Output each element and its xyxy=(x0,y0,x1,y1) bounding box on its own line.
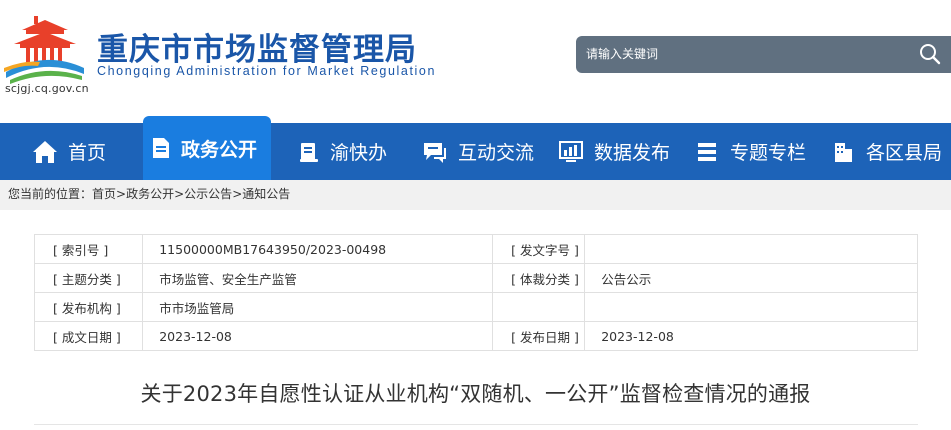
meta-label-empty xyxy=(492,292,586,322)
site-subtitle: Chongqing Administration for Market Regu… xyxy=(97,64,437,78)
chat-icon xyxy=(424,142,446,163)
breadcrumb-separator: > xyxy=(232,187,243,201)
nav-item-label: 专题专栏 xyxy=(730,142,807,164)
search-input[interactable] xyxy=(586,44,886,64)
nav-item-label: 政务公开 xyxy=(181,138,258,161)
nav-item-gov-affairs[interactable]: 政务公开 xyxy=(143,116,271,180)
table-row: [ 索引号 ] 11500000MB17643950/2023-00498 [ … xyxy=(33,234,918,264)
document-meta-table: [ 索引号 ] 11500000MB17643950/2023-00498 [ … xyxy=(33,234,918,351)
search-icon[interactable] xyxy=(918,42,942,66)
emblem-logo-icon[interactable] xyxy=(4,16,86,84)
home-icon xyxy=(33,140,57,163)
nav-item-special-topics[interactable]: 专题专栏 xyxy=(694,123,806,180)
breadcrumb-prefix: 您当前的位置： xyxy=(8,187,93,201)
nav-item-label: 互动交流 xyxy=(458,142,535,164)
breadcrumb-item-notices[interactable]: 通知公告 xyxy=(242,187,290,201)
chart-monitor-icon xyxy=(559,140,583,162)
meta-label-topic: [ 主题分类 ] xyxy=(33,263,144,293)
meta-value-genre: 公告公示 xyxy=(584,263,918,293)
breadcrumb-separator: > xyxy=(116,187,127,201)
meta-value-doc-number xyxy=(584,234,918,264)
article-title: 关于2023年自愿性认证从业机构“双随机、一公开”监督检查情况的通报 xyxy=(140,382,811,406)
layers-icon xyxy=(698,142,716,161)
meta-label-publisher: [ 发布机构 ] xyxy=(33,292,144,322)
nav-item-district-bureaus[interactable]: 各区县局 xyxy=(830,123,942,180)
building-icon xyxy=(835,142,852,162)
table-row: [ 发布机构 ] 市市场监管局 xyxy=(33,292,918,322)
breadcrumb-item-home[interactable]: 首页 xyxy=(92,187,116,201)
main-nav: 首页 政务公开 渝快办 互动交流 数据发布 专题专栏 各区县局 xyxy=(0,116,951,180)
meta-label-doc-number: [ 发文字号 ] xyxy=(492,234,586,264)
breadcrumb-item-gov-affairs[interactable]: 政务公开 xyxy=(126,187,174,201)
meta-value-publish-date: 2023-12-08 xyxy=(584,321,918,351)
nav-item-label: 渝快办 xyxy=(330,142,388,164)
book-icon xyxy=(300,142,318,162)
table-row: [ 成文日期 ] 2023-12-08 [ 发布日期 ] 2023-12-08 xyxy=(33,321,918,351)
site-domain: scjgj.cq.gov.cn xyxy=(5,82,89,95)
nav-item-yukuaiban[interactable]: 渝快办 xyxy=(298,123,387,180)
divider xyxy=(34,424,918,425)
meta-value-topic: 市场监管、安全生产监管 xyxy=(142,263,494,293)
meta-label-index: [ 索引号 ] xyxy=(33,234,144,264)
site-title[interactable]: 重庆市市场监督管理局 xyxy=(97,24,417,69)
site-header: scjgj.cq.gov.cn 重庆市市场监督管理局 Chongqing Adm… xyxy=(0,0,951,123)
table-row: [ 主题分类 ] 市场监管、安全生产监管 [ 体裁分类 ] 公告公示 xyxy=(33,263,918,293)
document-icon xyxy=(153,138,169,158)
nav-item-interaction[interactable]: 互动交流 xyxy=(422,123,534,180)
meta-value-empty xyxy=(584,292,918,322)
breadcrumb: 您当前的位置：首页>政务公开>公示公告>通知公告 xyxy=(0,180,951,210)
nav-item-label: 各区县局 xyxy=(866,142,943,164)
meta-value-index: 11500000MB17643950/2023-00498 xyxy=(142,234,494,264)
nav-item-data-release[interactable]: 数据发布 xyxy=(558,123,670,180)
meta-value-written-date: 2023-12-08 xyxy=(142,321,494,351)
nav-item-label: 数据发布 xyxy=(594,142,671,164)
breadcrumb-separator: > xyxy=(174,187,185,201)
breadcrumb-item-announcements[interactable]: 公示公告 xyxy=(184,187,232,201)
meta-label-written-date: [ 成文日期 ] xyxy=(33,321,144,351)
search-box xyxy=(576,36,951,73)
meta-label-publish-date: [ 发布日期 ] xyxy=(492,321,586,351)
nav-item-home[interactable]: 首页 xyxy=(32,123,106,180)
meta-label-genre: [ 体裁分类 ] xyxy=(492,263,586,293)
meta-value-publisher: 市市场监管局 xyxy=(142,292,494,322)
nav-item-label: 首页 xyxy=(68,142,107,164)
